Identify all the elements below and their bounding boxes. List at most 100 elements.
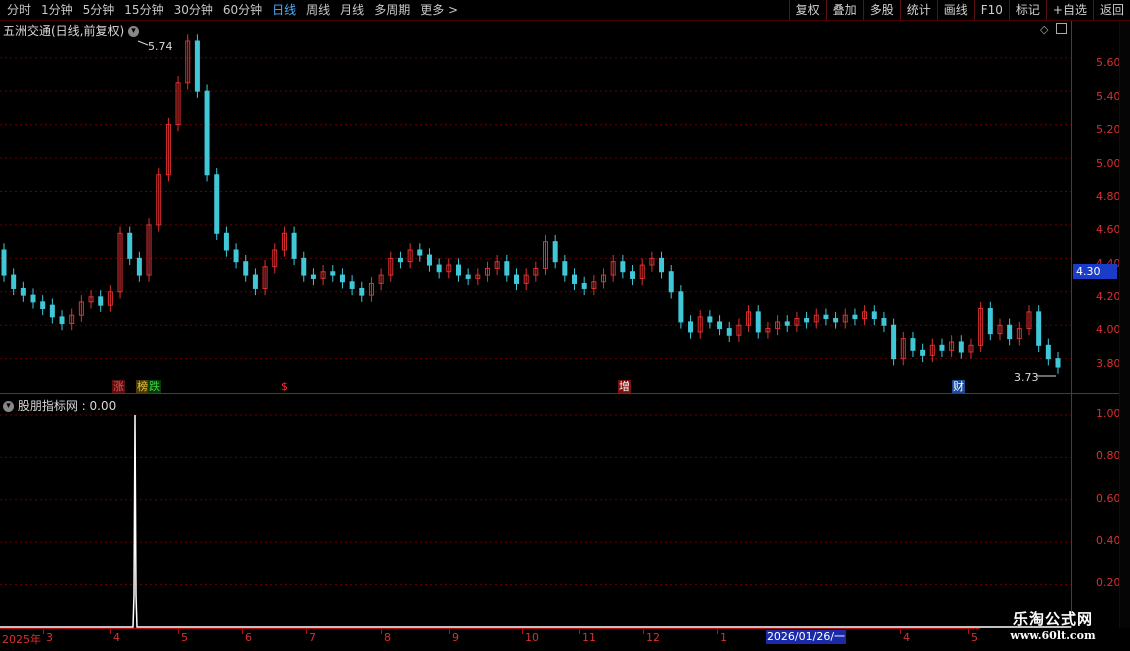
candle-body [987, 308, 993, 335]
candle-body [339, 274, 345, 283]
candle-body [717, 321, 723, 330]
candle-body [1036, 311, 1042, 346]
event-marker-finance[interactable]: 财 [952, 380, 965, 393]
draw-line-button[interactable]: 画线 [936, 0, 974, 20]
x-tick-label: 4 [903, 631, 910, 644]
candle-body [252, 274, 258, 289]
candle-body [465, 274, 471, 279]
tab-daily[interactable]: 日线 [267, 2, 301, 18]
candle-body [504, 261, 510, 276]
y-tick: 4.00 [1096, 323, 1121, 336]
candle-body [330, 271, 336, 276]
tab-more[interactable]: 更多 > [415, 2, 463, 18]
candle-body [755, 311, 761, 333]
candle-body [688, 321, 694, 333]
candle-body [910, 338, 916, 351]
candle-body [349, 281, 355, 289]
add-favorite-button[interactable]: +自选 [1045, 0, 1093, 20]
candle-body [958, 341, 964, 353]
cursor-date-box: 2026/01/26/一 [766, 630, 846, 644]
y-tick: 5.40 [1096, 90, 1121, 103]
watermark-url: www.60lt.com [1010, 629, 1096, 642]
action-buttons: 复权 叠加 多股 统计 画线 F10 标记 +自选 返回 [788, 0, 1130, 20]
candle-body [881, 318, 887, 326]
y-tick: 4.60 [1096, 223, 1121, 236]
tab-分时[interactable]: 分时 [2, 2, 36, 18]
candle-body [291, 232, 297, 259]
tab-60min[interactable]: 60分钟 [218, 2, 267, 18]
x-tick-label: 11 [582, 631, 596, 644]
sub-y-tick: 0.80 [1096, 449, 1121, 462]
tab-1min[interactable]: 1分钟 [36, 2, 78, 18]
x-tick-label: 4 [113, 631, 120, 644]
candle-body [513, 274, 519, 284]
tab-monthly[interactable]: 月线 [335, 2, 369, 18]
candle-body [562, 261, 568, 276]
overlay-button[interactable]: 叠加 [825, 0, 863, 20]
event-marker-limit-up[interactable]: 涨 [112, 380, 125, 393]
candle-body [310, 274, 316, 279]
y-tick: 3.80 [1096, 357, 1121, 370]
candle-body [581, 282, 587, 289]
sub-y-tick: 0.40 [1096, 534, 1121, 547]
restore-rights-button[interactable]: 复权 [788, 0, 826, 20]
candle-body [891, 324, 897, 360]
current-price-tag: 4.30 [1073, 264, 1117, 279]
candle-body [659, 257, 665, 273]
date-axis: 2025年 3 4 5 6 7 8 9 10 11 12 1 2026/01/2… [0, 628, 980, 651]
candle-body [726, 328, 732, 336]
mark-button[interactable]: 标记 [1008, 0, 1046, 20]
event-marker-fall[interactable]: 跌 [148, 380, 161, 393]
candle-body [1045, 344, 1051, 360]
candle-body [20, 287, 26, 296]
x-tick-label: 10 [525, 631, 539, 644]
price-axis: 5.60 5.40 5.20 5.00 4.80 4.60 4.40 4.20 … [1071, 21, 1121, 628]
f10-button[interactable]: F10 [973, 0, 1009, 20]
candle-body [630, 271, 636, 279]
x-tick-label: 6 [245, 631, 252, 644]
candle-body [359, 287, 365, 296]
x-tick-label: 3 [46, 631, 53, 644]
candle-body [11, 274, 17, 289]
candle-body [59, 316, 65, 325]
x-tick-label: 1 [720, 631, 727, 644]
indicator-chart[interactable] [0, 395, 1071, 628]
event-marker-increase[interactable]: 增 [618, 380, 631, 393]
high-price-label: 5.74 [148, 40, 173, 53]
period-tabs: 分时 1分钟 5分钟 15分钟 30分钟 60分钟 日线 周线 月线 多周期 更… [2, 2, 463, 18]
panel-divider[interactable] [0, 393, 1071, 394]
candle-body [804, 318, 810, 323]
tab-weekly[interactable]: 周线 [301, 2, 335, 18]
candle-body [678, 291, 684, 323]
low-price-label: 3.73 [1014, 371, 1039, 384]
y-tick: 4.20 [1096, 290, 1121, 303]
candle-body [852, 314, 858, 320]
x-tick-label: 7 [309, 631, 316, 644]
candle-body [417, 249, 423, 256]
y-tick: 4.80 [1096, 190, 1121, 203]
candlestick-chart[interactable] [0, 21, 1071, 393]
y-tick: 5.60 [1096, 56, 1121, 69]
statistics-button[interactable]: 统计 [899, 0, 937, 20]
tab-15min[interactable]: 15分钟 [119, 2, 168, 18]
tab-30min[interactable]: 30分钟 [169, 2, 218, 18]
side-info-strip[interactable] [1119, 21, 1130, 628]
candle-body [194, 40, 200, 92]
period-toolbar: 分时 1分钟 5分钟 15分钟 30分钟 60分钟 日线 周线 月线 多周期 更… [0, 0, 1130, 21]
x-tick-label: 8 [384, 631, 391, 644]
candle-body [1, 249, 7, 276]
x-tick-label: 12 [646, 631, 660, 644]
tab-5min[interactable]: 5分钟 [78, 2, 120, 18]
watermark-title: 乐淘公式网 [1012, 610, 1093, 628]
candle-body [30, 294, 36, 303]
indicator-line [0, 414, 1071, 628]
multi-stock-button[interactable]: 多股 [862, 0, 900, 20]
candle-body [233, 249, 239, 263]
high-arrow [137, 40, 149, 46]
tab-multi-period[interactable]: 多周期 [369, 2, 415, 18]
candle-body [40, 301, 46, 310]
event-marker-dollar[interactable]: $ [280, 380, 289, 393]
candle-body [572, 274, 578, 284]
back-button[interactable]: 返回 [1092, 0, 1130, 20]
candle-body [204, 90, 210, 176]
